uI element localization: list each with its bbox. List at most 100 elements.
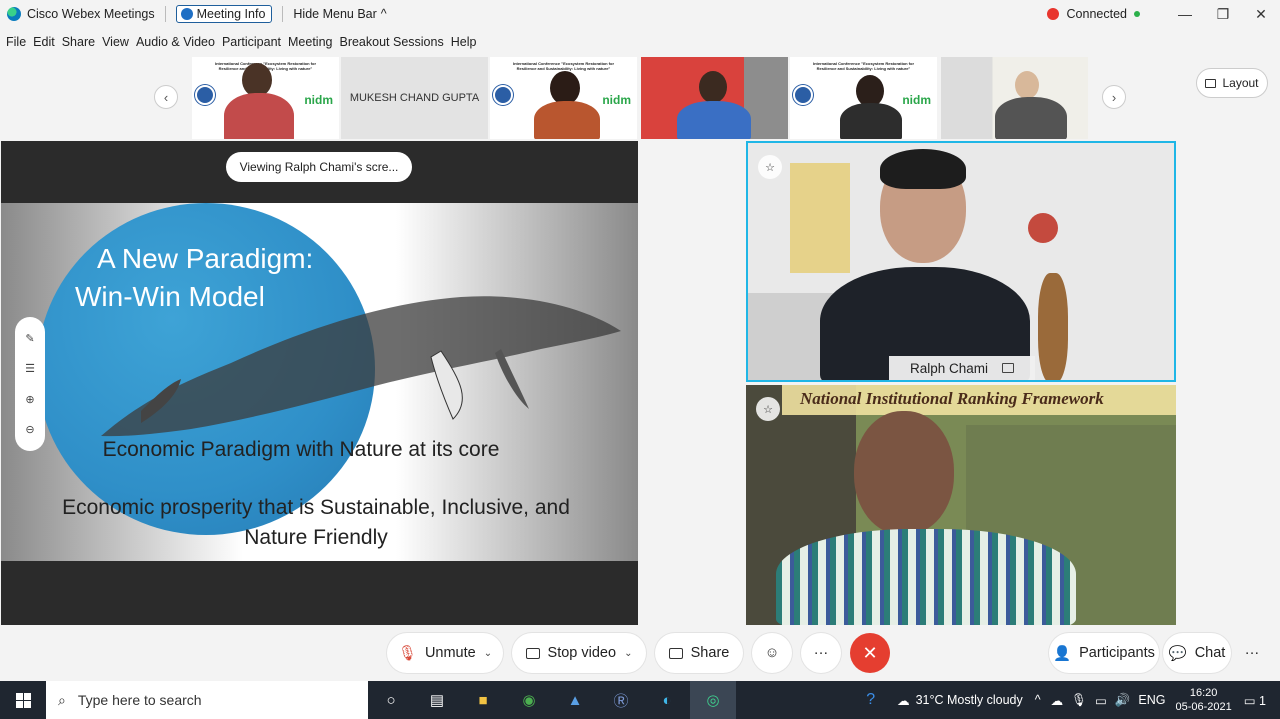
file-explorer-icon[interactable]: ■ (460, 681, 506, 719)
menu-bar: File Edit Share View Audio & Video Parti… (0, 32, 477, 52)
speaker-hair (880, 149, 966, 189)
slide-title-line1: A New Paradigm: (97, 243, 314, 274)
menu-edit[interactable]: Edit (33, 35, 55, 49)
help-icon[interactable]: ? (866, 691, 875, 709)
unmute-button[interactable]: 🎙 Unmute ⌄ (387, 633, 503, 673)
hide-menu-bar-button[interactable]: Hide Menu Bar ^ (293, 7, 386, 21)
participant-thumb[interactable]: International Conference "Ecosystem Rest… (192, 57, 339, 139)
layout-label: Layout (1222, 76, 1259, 90)
task-view-icon[interactable]: ○ (368, 681, 414, 719)
participant-body (995, 97, 1067, 139)
menu-participant[interactable]: Participant (222, 35, 281, 49)
language-indicator[interactable]: ENG (1138, 693, 1165, 707)
microphone-icon[interactable]: 🎙 (1071, 693, 1087, 708)
more-options-button[interactable]: ··· (801, 633, 841, 673)
chevron-down-icon[interactable]: ⌄ (484, 648, 492, 659)
share-icon (668, 647, 683, 659)
nidm-logo: nidm (902, 93, 931, 107)
active-speaker-video[interactable]: ☆ Ralph Chami (746, 141, 1176, 382)
taskbar-search[interactable]: ⌕ Type here to search (46, 681, 368, 719)
menu-file[interactable]: File (6, 35, 26, 49)
participant-video[interactable]: National Institutional Ranking Framework… (746, 385, 1176, 625)
menu-view[interactable]: View (102, 35, 129, 49)
speaker-name-tag: Ralph Chami (889, 356, 1035, 380)
slide-text-line1: Economic Paradigm with Nature at its cor… (102, 438, 500, 461)
participant-thumb[interactable]: International Conference "Ecosystem Rest… (490, 57, 637, 139)
strip-prev-button[interactable]: ‹ (154, 85, 178, 109)
strip-next-button[interactable]: › (1102, 85, 1126, 109)
search-icon: ⌕ (58, 691, 66, 708)
wall-poster (790, 163, 850, 273)
share-button[interactable]: Share (655, 633, 743, 673)
chevron-up-icon[interactable]: ^ (1035, 693, 1041, 707)
layout-button[interactable]: Layout (1196, 68, 1268, 98)
zoom-out-icon[interactable]: ⊖ (25, 423, 34, 436)
participant-thumb[interactable] (641, 57, 788, 139)
weather-text[interactable]: 31°C Mostly cloudy (916, 693, 1023, 707)
menu-meeting[interactable]: Meeting (288, 35, 332, 49)
menu-audio-video[interactable]: Audio & Video (136, 35, 215, 49)
connected-dot-icon (1134, 11, 1140, 17)
zoom-in-icon[interactable]: ⊕ (25, 393, 34, 406)
viewing-share-pill[interactable]: Viewing Ralph Chami's scre... (226, 152, 412, 182)
battery-icon[interactable]: ▭ (1095, 693, 1107, 708)
menu-help[interactable]: Help (451, 35, 477, 49)
chevron-down-icon[interactable]: ⌄ (624, 648, 632, 659)
divider (164, 6, 166, 22)
stop-video-label: Stop video (547, 645, 617, 661)
chat-bubble-icon: 💬 (1168, 645, 1187, 662)
seal-icon (793, 85, 813, 105)
participant-head (1015, 71, 1039, 99)
notification-center[interactable]: ▭ 1 (1244, 693, 1266, 708)
participant-head (242, 63, 272, 97)
chrome-icon[interactable]: ◉ (506, 681, 552, 719)
app-title: Cisco Webex Meetings (27, 7, 155, 21)
edge-icon[interactable]: ◐ (644, 681, 690, 719)
menu-share[interactable]: Share (62, 35, 95, 49)
panel-more-button[interactable]: ··· (1232, 633, 1272, 673)
restore-button[interactable]: ❐ (1204, 6, 1242, 23)
participant-head (699, 71, 727, 103)
reactions-button[interactable]: ☺ (752, 633, 792, 673)
close-window-button[interactable]: ✕ (1242, 6, 1280, 23)
participant-head (550, 71, 580, 105)
poster-text: International Conference "Ecosystem Rest… (812, 61, 915, 71)
guitar (1038, 273, 1068, 380)
chat-button[interactable]: 💬 Chat (1163, 633, 1231, 673)
participant-body (776, 529, 1076, 625)
slide-text-line3: Nature Friendly (244, 526, 388, 549)
seal-icon (195, 85, 215, 105)
layout-icon (1205, 78, 1217, 88)
network-icon[interactable]: ☁ (1051, 693, 1064, 708)
minimize-button[interactable]: — (1166, 6, 1204, 22)
taskbar-clock[interactable]: 16:20 05-06-2021 (1175, 686, 1231, 714)
pen-icon[interactable]: ✎ (25, 332, 34, 345)
volume-icon[interactable]: 🔊 (1115, 693, 1131, 708)
app-icon[interactable]: ▲ (552, 681, 598, 719)
weather-icon: ☁ (897, 693, 910, 708)
r-app-icon[interactable]: Ⓡ (598, 681, 644, 719)
end-meeting-button[interactable]: ✕ (850, 633, 890, 673)
search-placeholder: Type here to search (77, 692, 202, 708)
participant-thumb[interactable]: International Conference "Ecosystem Rest… (790, 57, 937, 139)
menu-breakout-sessions[interactable]: Breakout Sessions (339, 35, 443, 49)
participants-button[interactable]: 👤 Participants (1049, 633, 1159, 673)
notification-count: 1 (1259, 693, 1266, 708)
stop-video-button[interactable]: Stop video ⌄ (512, 633, 646, 673)
participant-thumb-name[interactable]: MUKESH CHAND GUPTA (341, 57, 488, 139)
poster-text: International Conference "Ecosystem Rest… (512, 61, 615, 71)
webex-taskbar-icon[interactable]: ◎ (690, 681, 736, 719)
start-button[interactable] (0, 681, 46, 719)
notification-icon: ▭ (1243, 693, 1256, 708)
connection-status: Connected (1066, 7, 1127, 21)
pointer-icon[interactable]: ☰ (25, 362, 35, 375)
meeting-info-button[interactable]: Meeting Info (175, 5, 273, 23)
unmute-label: Unmute (424, 645, 476, 661)
person-icon: 👤 (1053, 645, 1072, 662)
system-tray: ? ☁ 31°C Mostly cloudy ^ ☁ 🎙 ▭ 🔊 ENG 16:… (866, 681, 1280, 719)
widgets-icon[interactable]: ▤ (414, 681, 460, 719)
pin-icon[interactable]: ☆ (756, 397, 780, 421)
connection-status-icon (1046, 8, 1059, 20)
participant-thumb[interactable] (941, 57, 1088, 139)
pin-icon[interactable]: ☆ (758, 155, 782, 179)
